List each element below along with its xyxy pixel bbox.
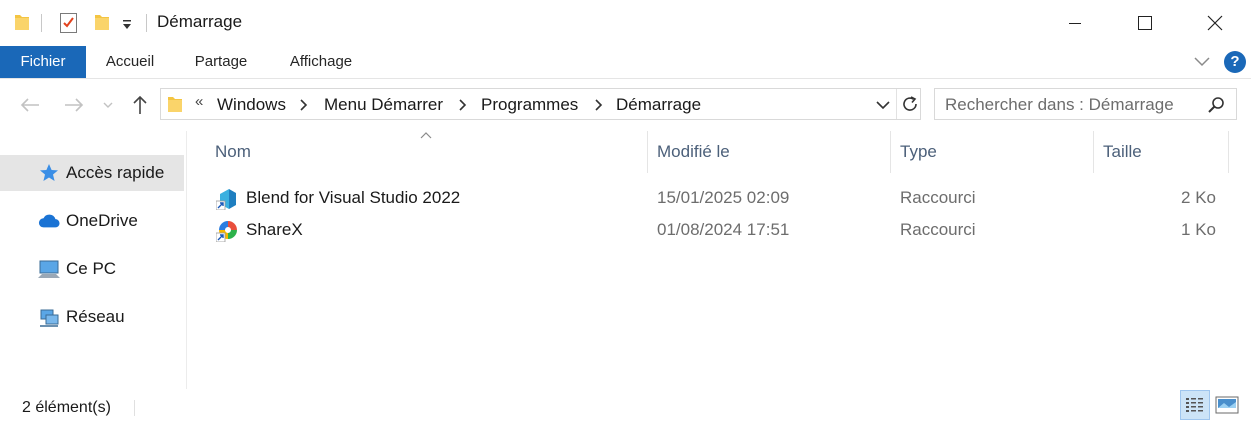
forward-button[interactable] [60, 93, 88, 117]
cloud-icon [38, 210, 60, 232]
breadcrumb-windows[interactable]: Windows [217, 95, 286, 115]
separator [146, 14, 147, 32]
file-modified: 15/01/2025 02:09 [657, 188, 790, 207]
sidebar-item-onedrive[interactable]: OneDrive [0, 203, 184, 239]
column-header-name[interactable]: Nom [215, 142, 251, 162]
close-icon [1207, 15, 1223, 31]
back-button[interactable] [16, 93, 44, 117]
sharex-icon [216, 221, 237, 242]
file-size: 1 Ko [1181, 220, 1216, 239]
column-header-size[interactable]: Taille [1103, 142, 1142, 162]
new-folder-icon[interactable] [94, 12, 110, 32]
item-count: 2 élément(s) [22, 399, 111, 416]
breadcrumb-demarrage[interactable]: Démarrage [616, 95, 701, 115]
expand-ribbon-icon[interactable] [1194, 56, 1210, 68]
ribbon-tabs: Fichier Accueil Partage Affichage ? [0, 46, 1251, 79]
file-name[interactable]: Blend for Visual Studio 2022 [246, 188, 460, 208]
tab-home[interactable]: Accueil [92, 46, 168, 78]
navigation-pane: Accès rapide OneDrive Ce PC Réseau [0, 131, 187, 389]
file-modified: 01/08/2024 17:51 [657, 220, 790, 239]
breadcrumb-menu-demarrer[interactable]: Menu Démarrer [324, 95, 443, 115]
details-view-icon [1186, 398, 1203, 412]
sort-ascending-icon [420, 132, 432, 139]
sidebar-item-label: OneDrive [66, 211, 138, 230]
refresh-icon[interactable] [901, 95, 919, 113]
sidebar-item-this-pc[interactable]: Ce PC [0, 251, 184, 287]
navigation-bar: « Windows Menu Démarrer Programmes Démar… [0, 79, 1251, 131]
large-icons-view-icon [1215, 396, 1239, 414]
minimize-button[interactable] [1040, 0, 1110, 46]
help-icon[interactable]: ? [1224, 51, 1246, 73]
forward-arrow-icon [65, 98, 84, 112]
file-type: Raccourci [900, 188, 976, 207]
separator [134, 400, 135, 416]
column-divider[interactable] [1093, 131, 1094, 173]
file-size: 2 Ko [1181, 188, 1216, 207]
chevron-right-icon[interactable] [594, 99, 604, 111]
tab-view[interactable]: Affichage [277, 46, 365, 78]
title-bar: Démarrage [0, 0, 1251, 46]
large-icons-view-button[interactable] [1212, 390, 1242, 420]
column-divider[interactable] [1228, 131, 1229, 173]
breadcrumb-overflow[interactable]: « [195, 93, 203, 110]
sidebar-item-label: Ce PC [66, 259, 117, 278]
back-arrow-icon [20, 98, 39, 112]
folder-icon[interactable] [14, 12, 30, 32]
separator [896, 89, 897, 119]
column-header-type[interactable]: Type [900, 142, 937, 162]
chevron-down-icon [103, 102, 113, 108]
column-divider[interactable] [890, 131, 891, 173]
file-row[interactable]: ShareX 01/08/2024 17:51 Raccourci 1 Ko [210, 215, 1230, 247]
minimize-icon [1069, 23, 1081, 24]
chevron-right-icon[interactable] [299, 99, 309, 111]
tab-share[interactable]: Partage [183, 46, 259, 78]
column-divider[interactable] [647, 131, 648, 173]
file-row[interactable]: Blend for Visual Studio 2022 15/01/2025 … [210, 183, 1230, 215]
separator [41, 14, 42, 32]
customize-toolbar-icon[interactable] [122, 20, 132, 30]
sidebar-item-label: Réseau [66, 307, 125, 326]
address-dropdown-icon[interactable] [876, 100, 890, 110]
search-box[interactable] [934, 88, 1237, 120]
search-icon[interactable] [1207, 96, 1225, 114]
network-icon [38, 306, 60, 328]
sidebar-item-quick-access[interactable]: Accès rapide [0, 155, 184, 191]
breadcrumb-programmes[interactable]: Programmes [481, 95, 578, 115]
properties-icon[interactable] [59, 12, 79, 34]
address-bar[interactable]: « Windows Menu Démarrer Programmes Démar… [160, 88, 921, 120]
computer-icon [38, 258, 60, 280]
file-name[interactable]: ShareX [246, 220, 303, 240]
sidebar-item-label: Accès rapide [66, 163, 165, 182]
star-icon [38, 162, 60, 184]
column-header-modified[interactable]: Modifié le [657, 142, 730, 162]
maximize-icon [1138, 16, 1152, 30]
chevron-right-icon[interactable] [458, 99, 468, 111]
up-button[interactable] [128, 93, 152, 117]
up-arrow-icon [133, 95, 147, 114]
sidebar-item-network[interactable]: Réseau [0, 299, 184, 335]
search-input[interactable] [945, 95, 1195, 115]
folder-icon [168, 97, 182, 112]
blend-icon [216, 189, 236, 210]
status-bar: 2 élément(s) [0, 390, 1251, 426]
file-type: Raccourci [900, 220, 976, 239]
maximize-button[interactable] [1110, 0, 1180, 46]
recent-locations-button[interactable] [100, 93, 116, 117]
window-title: Démarrage [157, 12, 243, 31]
details-view-button[interactable] [1180, 390, 1210, 420]
tab-file[interactable]: Fichier [0, 46, 86, 78]
close-button[interactable] [1180, 0, 1250, 46]
